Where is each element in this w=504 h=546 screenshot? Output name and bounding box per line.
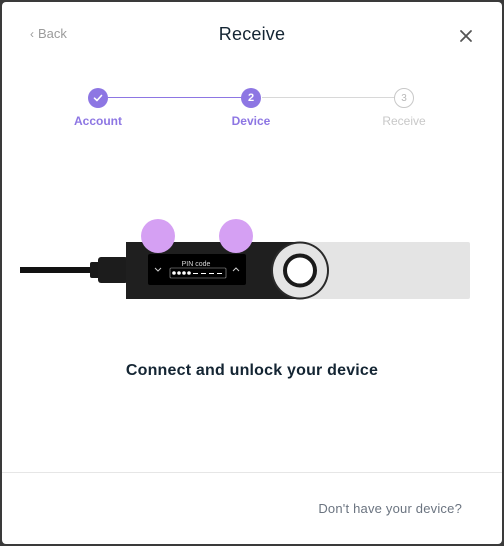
device-screen <box>148 254 246 285</box>
step-3-indicator: 3 <box>394 88 414 108</box>
step-2-label: Device <box>231 114 271 128</box>
usb-cable <box>20 267 92 273</box>
footer-divider <box>2 472 502 473</box>
check-icon <box>93 94 103 102</box>
left-button-press-indicator <box>141 219 175 253</box>
right-button-press-indicator <box>219 219 253 253</box>
modal-title: Receive <box>218 24 286 44</box>
close-button[interactable] <box>458 28 474 44</box>
step-1-label: Account <box>74 114 122 128</box>
screen-text: PIN code <box>182 261 211 268</box>
usb-plug <box>98 257 128 283</box>
stepper-line-pending <box>262 97 396 98</box>
device-button <box>283 253 317 288</box>
no-device-link[interactable]: Don't have your device? <box>318 501 462 516</box>
instruction-headline: Connect and unlock your device <box>125 362 379 379</box>
step-2-indicator: 2 <box>241 88 261 108</box>
step-3-label: Receive <box>382 114 426 128</box>
hardware-wallet-illustration: PIN code <box>20 219 470 300</box>
step-1-indicator <box>88 88 108 108</box>
stepper-line-completed <box>108 97 242 98</box>
receive-modal: ‹ Back Receive 2 3 Account Device Receiv… <box>2 2 502 544</box>
close-icon <box>460 30 472 42</box>
